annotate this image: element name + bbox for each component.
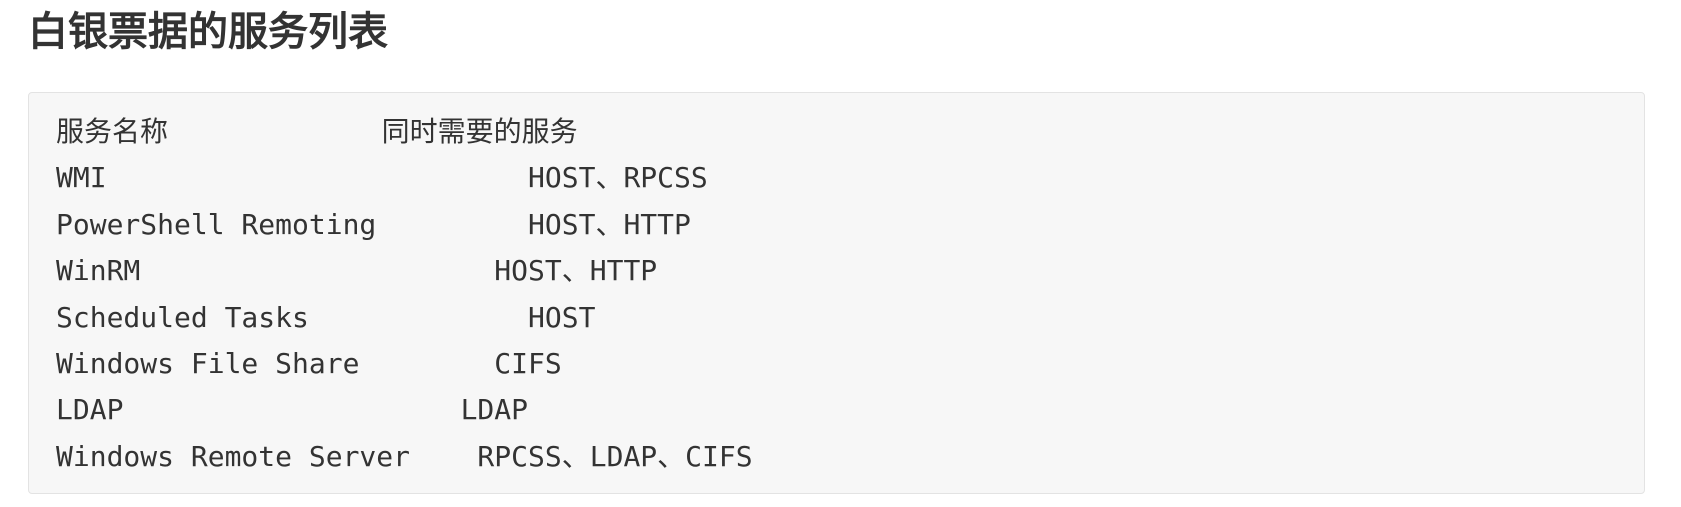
code-line-wmi: WMI HOST、RPCSS (56, 161, 708, 195)
code-line-winrm: WinRM HOST、HTTP (56, 254, 658, 288)
code-line-powershell-remoting: PowerShell Remoting HOST、HTTP (56, 207, 691, 241)
code-line-windows-file-share: Windows File Share CIFS (56, 347, 562, 380)
code-block: 服务名称 同时需要的服务 WMI HOST、RPCSS PowerShell R… (28, 92, 1645, 494)
code-line-windows-remote-server: Windows Remote Server RPCSS、LDAP、CIFS (56, 439, 753, 473)
code-line-scheduled-tasks: Scheduled Tasks HOST (56, 300, 596, 334)
code-line-header: 服务名称 同时需要的服务 (56, 115, 578, 148)
page-title: 白银票据的服务列表 (28, 9, 388, 55)
code-line-ldap: LDAP LDAP (56, 393, 529, 427)
